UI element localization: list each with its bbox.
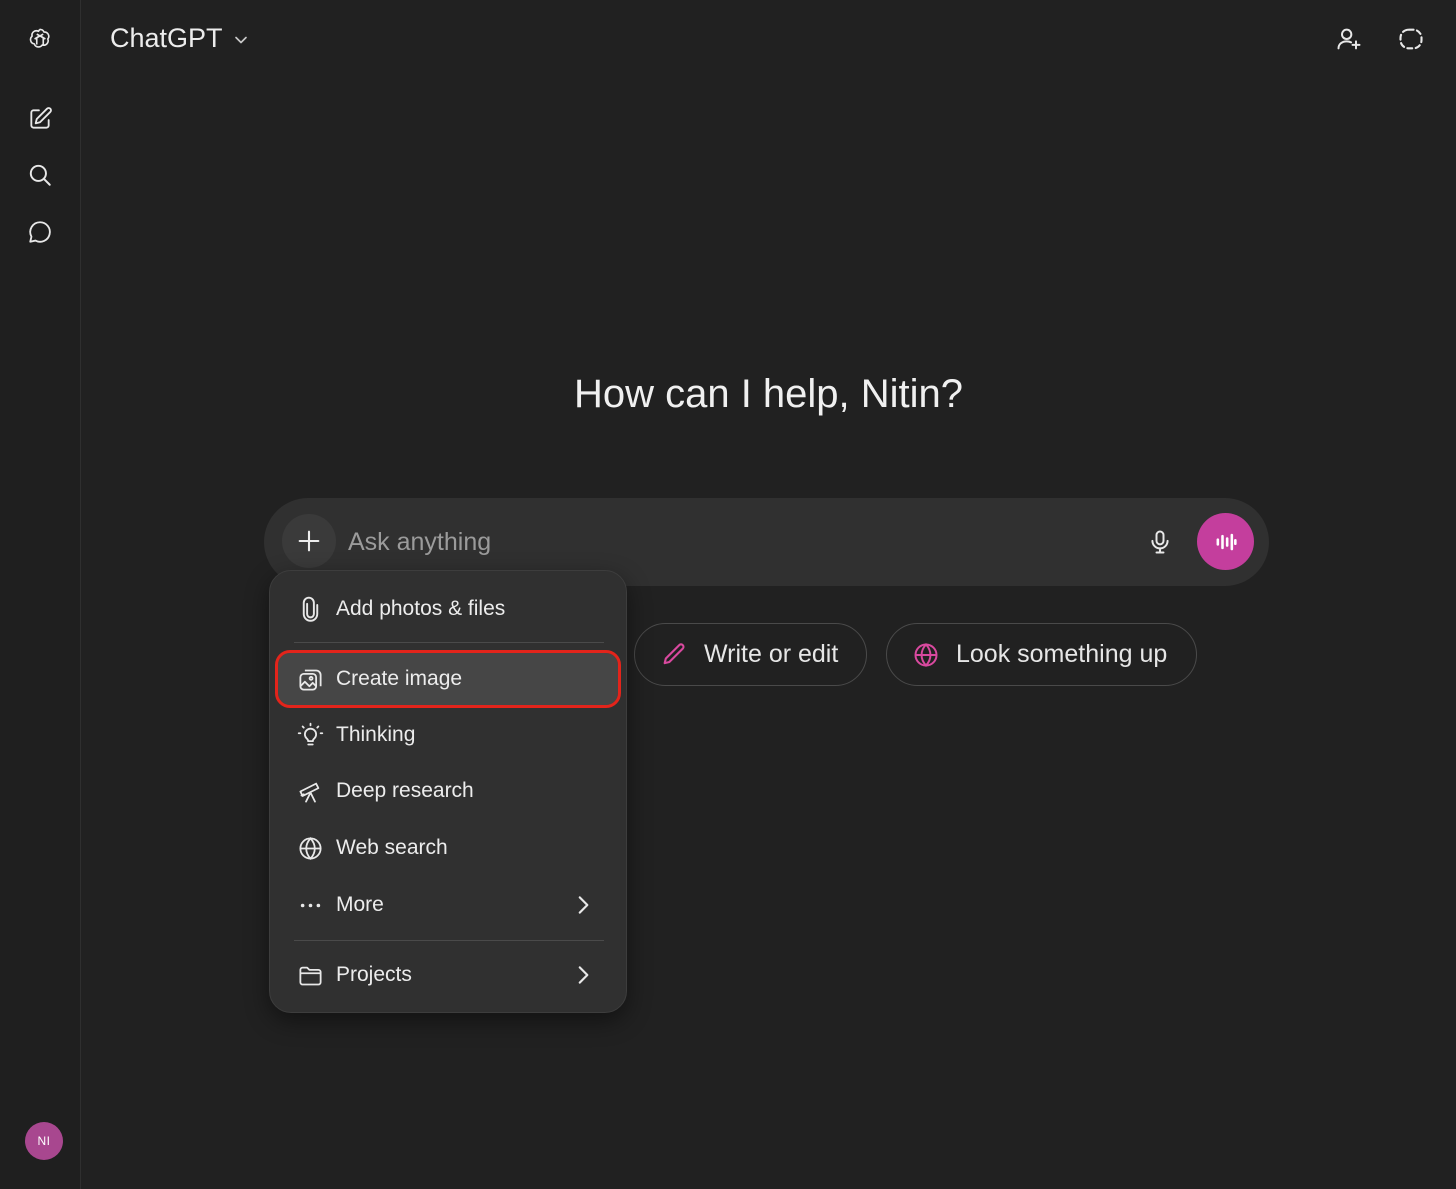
menu-divider — [294, 940, 604, 941]
sidebar-rail: NI — [0, 0, 81, 1189]
menu-item-create-image[interactable]: Create image — [275, 650, 621, 708]
search-icon[interactable] — [20, 155, 60, 195]
image-icon — [296, 665, 324, 693]
menu-item-add-photos-files[interactable]: Add photos & files — [278, 583, 618, 635]
avatar[interactable]: NI — [25, 1122, 63, 1160]
suggestion-look-something-up[interactable]: Look something up — [886, 623, 1197, 686]
menu-item-deep-research[interactable]: Deep research — [278, 765, 618, 817]
menu-item-label: Web search — [336, 836, 448, 859]
menu-item-projects[interactable]: Projects — [278, 949, 618, 1001]
globe-icon — [914, 642, 938, 667]
menu-item-label: Create image — [336, 667, 463, 690]
new-chat-icon[interactable] — [20, 99, 60, 139]
menu-item-label: Add photos & files — [336, 597, 506, 620]
attach-menu: Add photos & files Create image Thinking… — [269, 570, 627, 1013]
menu-item-web-search[interactable]: Web search — [278, 822, 618, 874]
page-title: How can I help, Nitin? — [573, 372, 964, 416]
paperclip-icon — [296, 595, 324, 623]
chat-bubble-icon[interactable] — [20, 212, 60, 252]
menu-item-thinking[interactable]: Thinking — [278, 709, 618, 761]
menu-divider — [294, 642, 604, 643]
telescope-icon — [296, 777, 324, 805]
suggestion-label: Look something up — [956, 640, 1168, 668]
microphone-button[interactable] — [1140, 522, 1180, 562]
model-selector[interactable]: ChatGPT — [110, 20, 251, 56]
chevron-right-icon — [578, 966, 589, 984]
chevron-right-icon — [578, 896, 589, 914]
menu-item-label: Deep research — [336, 779, 474, 802]
chevron-down-icon — [234, 36, 247, 43]
menu-item-more[interactable]: More — [278, 879, 618, 931]
ask-input[interactable] — [348, 520, 1108, 564]
openai-logo-icon[interactable] — [20, 19, 60, 59]
suggestion-write-or-edit[interactable]: Write or edit — [634, 623, 867, 686]
dots-icon — [296, 891, 324, 919]
add-user-icon[interactable] — [1330, 20, 1368, 58]
lightbulb-icon — [296, 721, 324, 749]
globe-icon — [296, 834, 324, 862]
folder-icon — [296, 961, 324, 989]
temporary-chat-icon[interactable] — [1392, 20, 1430, 58]
menu-item-label: Projects — [336, 963, 412, 986]
waveform-icon — [1216, 533, 1237, 550]
pencil-icon — [663, 642, 685, 664]
microphone-icon — [1151, 530, 1169, 554]
menu-item-label: More — [336, 893, 384, 916]
menu-item-label: Thinking — [336, 723, 416, 746]
voice-mode-button[interactable] — [1197, 513, 1254, 570]
suggestion-label: Write or edit — [704, 640, 839, 668]
add-button[interactable] — [282, 514, 336, 568]
app-title: ChatGPT — [110, 22, 223, 53]
plus-icon — [298, 530, 320, 552]
